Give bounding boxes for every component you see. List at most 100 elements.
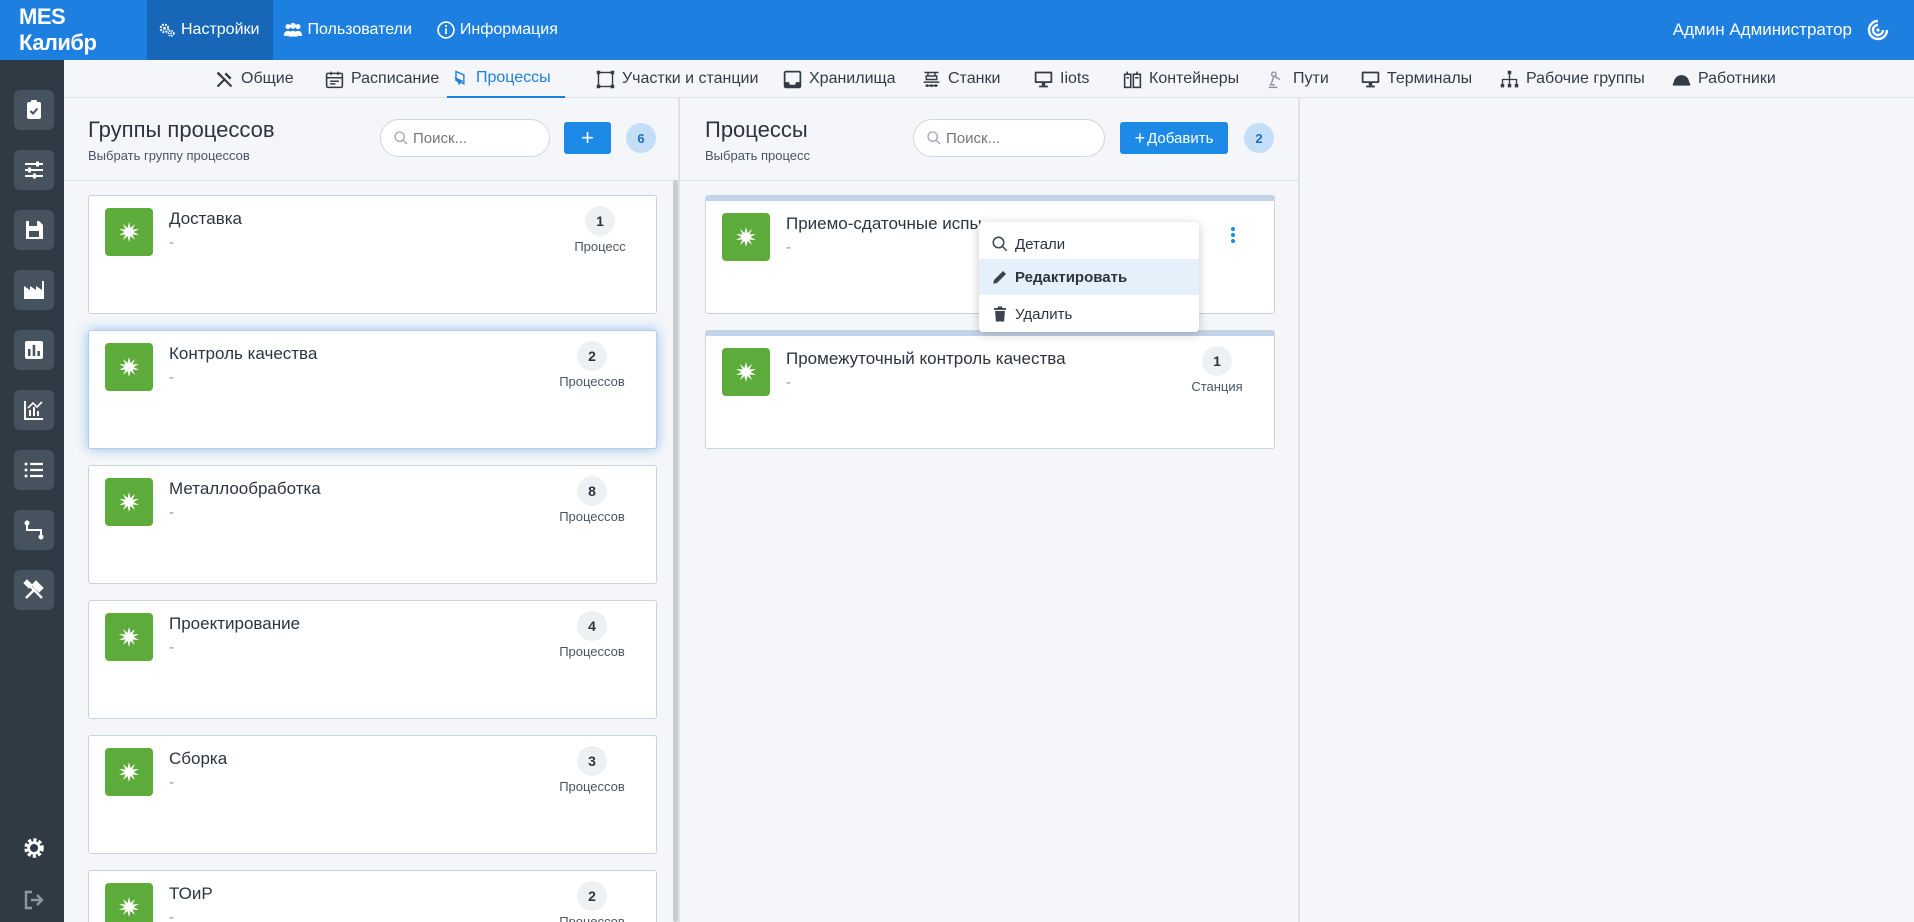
menu-item-delete-label: Удалить <box>1015 305 1073 323</box>
sidebar-tools[interactable] <box>14 570 54 610</box>
groups-list <box>64 180 678 181</box>
groups-search[interactable] <box>380 119 550 157</box>
tab-paths[interactable]: Пути <box>1266 60 1329 98</box>
processes-search[interactable] <box>913 119 1105 157</box>
group-count-unit: Процессов <box>559 779 625 794</box>
tab-terminals[interactable]: Терминалы <box>1360 60 1472 98</box>
bar-chart-icon <box>25 341 43 359</box>
user-name[interactable]: Админ Администратор <box>1673 0 1852 60</box>
tools-icon <box>216 71 233 87</box>
sidebar-routes[interactable] <box>14 510 54 550</box>
tab-processes-label: Процессы <box>476 69 551 86</box>
menu-item-delete[interactable]: Удалить <box>979 296 1199 332</box>
group-card[interactable]: Доставка - 1 Процесс <box>88 195 657 314</box>
sidebar-storage[interactable] <box>14 210 54 250</box>
starburst-icon <box>119 492 139 512</box>
group-count: 2 <box>577 881 607 911</box>
panel-divider <box>678 98 680 922</box>
group-count-unit: Процесс <box>574 239 626 254</box>
processes-count-badge: 2 <box>1244 123 1274 153</box>
tab-processes[interactable]: Процессы <box>447 60 565 98</box>
containers-icon <box>1123 71 1142 88</box>
starburst-icon <box>119 897 139 917</box>
groups-search-input[interactable] <box>413 129 533 147</box>
topnav-info-label: Информация <box>459 21 558 38</box>
tab-workgroups[interactable]: Рабочие группы <box>1499 60 1645 98</box>
tab-iiots[interactable]: Iiots <box>1033 60 1089 98</box>
group-desc: - <box>169 909 174 922</box>
tab-schedule[interactable]: Расписание <box>324 60 439 98</box>
tab-storage-label: Хранилища <box>809 70 896 87</box>
tab-containers[interactable]: Контейнеры <box>1122 60 1239 98</box>
tab-workers-label: Работники <box>1698 70 1776 87</box>
processes-search-input[interactable] <box>946 129 1066 147</box>
tab-schedule-label: Расписание <box>351 70 440 87</box>
add-process-button[interactable]: + Добавить <box>1120 122 1228 154</box>
tab-workers[interactable]: Работники <box>1671 60 1776 98</box>
tab-areas[interactable]: Участки и станции <box>595 60 758 98</box>
topnav-info[interactable]: Информация <box>426 0 572 60</box>
group-card[interactable]: Контроль качества - 2 Процессов <box>88 330 657 449</box>
group-desc: - <box>169 774 174 791</box>
process-name: Промежуточный контроль качества <box>786 349 1066 368</box>
users-icon <box>284 22 303 37</box>
sign-out-icon <box>24 890 44 910</box>
sidebar-factory[interactable] <box>14 270 54 310</box>
process-count: 1 <box>1202 346 1232 376</box>
tab-iiots-label: Iiots <box>1060 70 1090 87</box>
more-options-icon[interactable] <box>1223 223 1243 247</box>
vector-square-icon <box>596 70 615 88</box>
sidebar-reports[interactable] <box>14 330 54 370</box>
tab-general[interactable]: Общие <box>214 60 294 98</box>
group-name: Доставка <box>169 209 243 228</box>
sidebar-settings[interactable] <box>20 834 48 862</box>
tab-machines[interactable]: Станки <box>921 60 1000 98</box>
menu-item-details[interactable]: Детали <box>979 226 1199 262</box>
desktop-icon <box>1034 71 1053 87</box>
processes-subtitle: Выбрать процесс <box>705 148 811 163</box>
group-card[interactable]: ТОиР - 2 Процессов <box>88 870 657 922</box>
add-group-button[interactable]: + <box>564 122 611 154</box>
sidebar-analytics[interactable] <box>14 390 54 430</box>
tab-areas-label: Участки и станции <box>622 70 759 87</box>
group-desc: - <box>169 234 174 251</box>
sidebar-planning[interactable] <box>14 150 54 190</box>
group-card[interactable]: Сборка - 3 Процессов <box>88 735 657 854</box>
sidebar-tasks[interactable] <box>14 90 54 130</box>
topnav-settings[interactable]: Настройки <box>147 0 274 60</box>
starburst-icon <box>736 362 756 382</box>
list-icon <box>24 462 43 478</box>
panel-divider <box>1298 98 1300 922</box>
sidebar-logout[interactable] <box>20 886 48 914</box>
topnav-users[interactable]: Пользователи <box>273 0 425 60</box>
topnav-users-label: Пользователи <box>307 21 412 38</box>
group-count-unit: Процессов <box>559 644 625 659</box>
menu-item-edit[interactable]: Редактировать <box>979 259 1199 295</box>
group-count: 1 <box>585 206 615 236</box>
calendar-icon <box>325 71 344 88</box>
settings-subnav: Общие Расписание Процессы Участки и стан… <box>64 60 1914 98</box>
process-icon <box>105 343 153 391</box>
group-card[interactable]: Металлообработка - 8 Процессов <box>88 465 657 584</box>
logout-swirl-icon[interactable] <box>1866 18 1890 42</box>
sliders-icon <box>25 161 43 179</box>
plus-icon: + <box>1134 127 1146 148</box>
tab-storage[interactable]: Хранилища <box>782 60 896 98</box>
trash-icon <box>994 306 1006 322</box>
process-card[interactable]: Промежуточный контроль качества - 1 Стан… <box>705 330 1275 449</box>
tools-icon <box>23 579 44 599</box>
monitor-icon <box>1361 71 1380 87</box>
factory-icon <box>24 281 44 299</box>
starburst-icon <box>119 222 139 242</box>
group-count: 8 <box>577 476 607 506</box>
sidebar-list[interactable] <box>14 450 54 490</box>
groups-scrollbar[interactable] <box>673 180 678 922</box>
top-nav: Настройки Пользователи Информация <box>147 0 572 60</box>
group-name: Контроль качества <box>169 344 318 363</box>
search-icon <box>394 131 408 145</box>
app-brand[interactable]: MES Калибр <box>0 4 147 56</box>
group-count-unit: Процессов <box>559 914 625 922</box>
group-card[interactable]: Проектирование - 4 Процессов <box>88 600 657 719</box>
sidebar <box>0 60 64 922</box>
group-name: Металлообработка <box>169 479 321 498</box>
